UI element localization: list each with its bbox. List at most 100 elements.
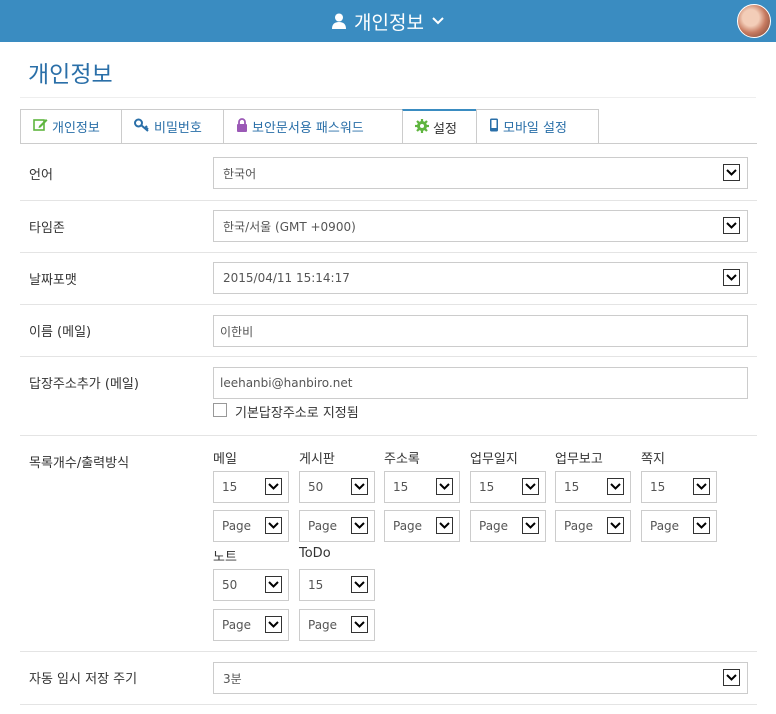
date-format-label: 날짜포맷 [29,273,77,288]
chevron-down-icon [607,517,624,534]
tab-password[interactable]: 비밀번호 [121,109,224,143]
count-value: 15 [222,480,238,494]
tab-settings[interactable]: 설정 [402,109,477,144]
count-value: 15 [393,480,409,494]
count-select-memo[interactable]: 15 [641,471,717,503]
list-count-label: 목록개수/출력방식 [29,456,130,471]
count-select-note[interactable]: 50 [213,569,289,601]
mode-select-todo[interactable]: Page [299,609,375,641]
col-label-worklog: 업무일지 [470,452,518,467]
count-select-todo[interactable]: 15 [299,569,375,601]
divider [20,704,757,705]
timezone-label: 타임존 [29,221,65,236]
count-value: 15 [479,480,495,494]
lock-icon [236,117,248,136]
default-reply-checkbox-label: 기본답장주소로 지정됨 [235,406,359,421]
divider [20,200,757,201]
col-label-board: 게시판 [299,452,335,467]
reply-address-input[interactable]: leehanbi@hanbiro.net [213,367,748,399]
tab-label: 보안문서용 패스워드 [252,121,364,136]
chevron-down-icon [432,16,444,26]
chevron-down-icon [436,517,453,534]
count-value: 15 [564,480,580,494]
divider [20,651,757,652]
count-select-workreport[interactable]: 15 [555,471,631,503]
timezone-select[interactable]: 한국/서울 (GMT +0900) [213,210,748,242]
tab-label: 개인정보 [52,121,100,136]
divider [20,356,757,357]
col-label-memo: 쪽지 [641,452,665,467]
tab-bar: 개인정보 비밀번호 보안문서용 패스워드 설정 모바일 설정 [20,109,599,144]
count-value: 50 [308,480,324,494]
chevron-down-icon [723,164,740,181]
mode-value: Page [222,519,252,533]
autosave-select[interactable]: 3분 [213,662,748,694]
header-title: 개인정보 [354,11,424,34]
tab-profile[interactable]: 개인정보 [20,109,122,143]
mode-select-addressbook[interactable]: Page [384,510,460,542]
timezone-value: 한국/서울 (GMT +0900) [223,219,356,234]
chevron-down-icon [351,478,368,495]
col-label-addressbook: 주소록 [384,452,420,467]
chevron-down-icon [723,269,740,286]
count-value: 50 [222,578,238,592]
chevron-down-icon [522,517,539,534]
col-label-mail: 메일 [213,452,237,467]
mode-value: Page [308,618,338,632]
mode-select-workreport[interactable]: Page [555,510,631,542]
divider [20,143,757,144]
user-menu-toggle[interactable]: 개인정보 [0,0,776,42]
chevron-down-icon [265,517,282,534]
count-select-mail[interactable]: 15 [213,471,289,503]
divider [20,252,757,253]
chevron-down-icon [723,669,740,686]
chevron-down-icon [607,478,624,495]
language-select[interactable]: 한국어 [213,157,748,189]
chevron-down-icon [351,616,368,633]
count-select-addressbook[interactable]: 15 [384,471,460,503]
chevron-down-icon [351,576,368,593]
tab-label: 설정 [433,122,457,137]
mode-value: Page [308,519,338,533]
divider [20,97,756,98]
tab-label: 모바일 설정 [503,121,567,136]
tab-mobile-settings[interactable]: 모바일 설정 [476,109,599,143]
divider [20,304,757,305]
count-select-worklog[interactable]: 15 [470,471,546,503]
date-format-select[interactable]: 2015/04/11 15:14:17 [213,262,748,294]
chevron-down-icon [436,478,453,495]
count-select-board[interactable]: 50 [299,471,375,503]
chevron-down-icon [265,576,282,593]
col-label-workreport: 업무보고 [555,452,603,467]
col-label-note: 노트 [213,550,237,565]
mode-value: Page [393,519,423,533]
mail-name-label: 이름 (메일) [29,325,92,340]
col-label-todo: ToDo [299,546,331,561]
edit-icon [33,118,48,136]
chevron-down-icon [351,517,368,534]
chevron-down-icon [723,217,740,234]
chevron-down-icon [265,616,282,633]
mode-select-board[interactable]: Page [299,510,375,542]
user-icon [332,13,347,29]
mode-value: Page [222,618,252,632]
default-reply-checkbox[interactable] [213,403,227,417]
tab-document-password[interactable]: 보안문서용 패스워드 [223,109,403,143]
key-icon [134,118,150,136]
mode-select-note[interactable]: Page [213,609,289,641]
language-label: 언어 [29,168,53,183]
page-title: 개인정보 [28,62,113,88]
mode-select-worklog[interactable]: Page [470,510,546,542]
mode-select-mail[interactable]: Page [213,510,289,542]
date-format-value: 2015/04/11 15:14:17 [223,271,350,285]
gear-icon [415,118,429,137]
avatar[interactable] [737,4,771,38]
chevron-down-icon [693,478,710,495]
divider [20,435,757,436]
autosave-value: 3분 [223,671,242,686]
count-value: 15 [308,578,324,592]
count-value: 15 [650,480,666,494]
mail-name-input[interactable]: 이한비 [213,315,748,347]
chevron-down-icon [265,478,282,495]
mode-select-memo[interactable]: Page [641,510,717,542]
